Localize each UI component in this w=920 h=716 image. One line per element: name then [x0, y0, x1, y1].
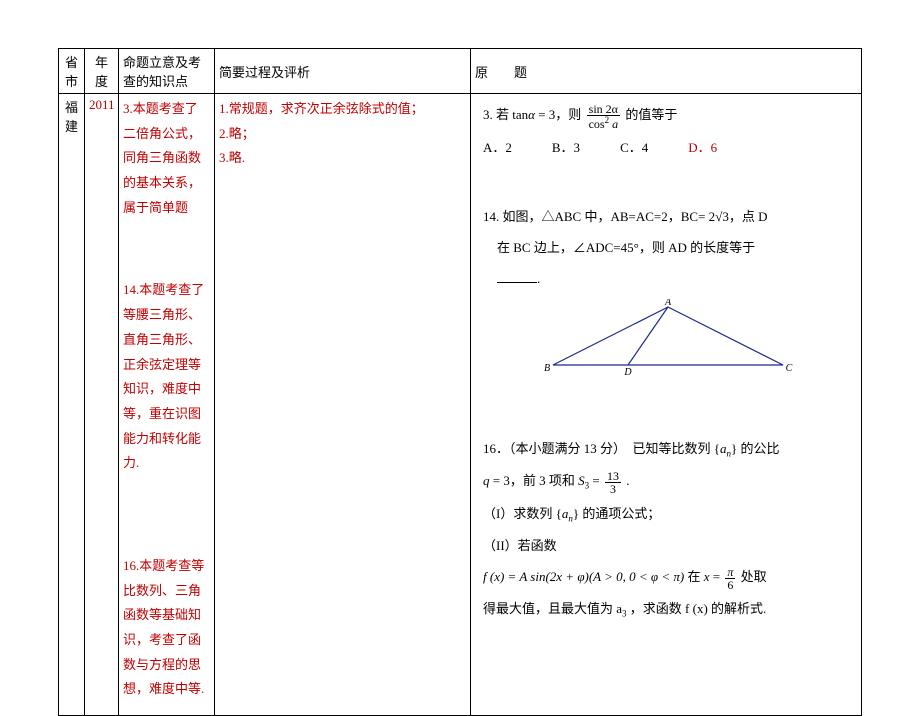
analysis-3: 3.略.: [219, 146, 466, 171]
svg-text:C: C: [786, 363, 793, 374]
problem-14: 14. 如图，△ABC 中，AB=AC=2，BC= 2√3，点 D 在 BC 边…: [475, 203, 857, 391]
answer-blank: [497, 271, 537, 283]
p16-last-a: 得最大值，且最大值为 a: [483, 601, 622, 616]
cell-analysis: 1.常规题，求齐次正余弦除式的值； 2.略； 3.略.: [215, 94, 471, 716]
col-topic: 命题立意及考查的知识点: [119, 49, 215, 94]
p16-pi-frac: π6: [725, 566, 735, 591]
topic-3: 3.本题考查了二倍角公式，同角三角函数的基本关系，属于简单题: [123, 97, 210, 220]
p3-stem-a: 3. 若 tan: [483, 107, 528, 122]
col-year: 年度: [85, 49, 119, 94]
p3-choices: A．2 B．3 C．4 D．6: [483, 134, 853, 161]
table-header-row: 省市 年度 命题立意及考查的知识点 简要过程及评析 原 题: [59, 49, 862, 94]
p16-part1: （I）求数列 {: [483, 506, 562, 521]
p14-line1b: ，点 D: [729, 209, 768, 224]
p16-fx-b: 处取: [741, 569, 767, 584]
p14-line2: 在 BC 边上，∠ADC=45°，则 AD 的长度等于: [497, 240, 755, 255]
topic-14: 14.本题考查了等腰三角形、直角三角形、正余弦定理等知识，难度中等，重在识图能力…: [123, 278, 210, 476]
p16-part2: （II）若函数: [483, 532, 853, 559]
p16-line2b: =: [589, 473, 603, 488]
table-row: 福建 2011 3.本题考查了二倍角公式，同角三角函数的基本关系，属于简单题 1…: [59, 94, 862, 716]
p14-line1a: 14. 如图，△ABC 中，AB=AC=2，BC= 2: [483, 209, 715, 224]
topic-16: 16.本题考查等比数列、三角函数等基础知识，考查了函数与方程的思想，难度中等.: [123, 554, 210, 702]
analysis-2: 2.略；: [219, 122, 466, 147]
problem-3: 3. 若 tanα = 3，则 sin 2αcos2 a 的值等于 A．2 B．…: [475, 101, 857, 169]
choice-c: C．4: [620, 134, 648, 161]
svg-text:B: B: [544, 363, 550, 374]
cell-problem: 3. 若 tanα = 3，则 sin 2αcos2 a 的值等于 A．2 B．…: [471, 94, 862, 716]
p16-frac: 133: [605, 470, 621, 495]
p16-part1b: } 的通项公式；: [573, 506, 661, 521]
document-page: 省市 年度 命题立意及考查的知识点 简要过程及评析 原 题 福建 2011 3.…: [0, 0, 920, 716]
svg-text:D: D: [623, 367, 632, 377]
p3-frac-den: cos2 a: [587, 116, 621, 130]
p16-line2a: = 3，前 3 项和: [490, 473, 579, 488]
svg-text:A: A: [664, 299, 672, 308]
col-analysis: 简要过程及评析: [215, 49, 471, 94]
choice-a: A．2: [483, 134, 512, 161]
col-province: 省市: [59, 49, 85, 94]
p16-head-b: } 的公比: [731, 441, 780, 456]
p3-frac: sin 2αcos2 a: [587, 103, 621, 130]
analysis-1: 1.常规题，求齐次正余弦除式的值；: [219, 97, 466, 122]
cell-year: 2011: [85, 94, 119, 716]
cell-topic: 3.本题考查了二倍角公式，同角三角函数的基本关系，属于简单题 14.本题考查了等…: [119, 94, 215, 716]
choice-d: D．6: [688, 134, 717, 161]
col-problem: 原 题: [471, 49, 862, 94]
p16-line2c: .: [623, 473, 630, 488]
p16-last-b: ，求函数 f (x) 的解析式.: [627, 601, 767, 616]
problem-16: 16．（本小题满分 13 分） 已知等比数列 {an} 的公比 q = 3，前 …: [475, 435, 857, 632]
p16-head-a: 16．（本小题满分 13 分） 已知等比数列 {: [483, 441, 720, 456]
p14-sqrt3: √3: [715, 209, 729, 224]
main-table: 省市 年度 命题立意及考查的知识点 简要过程及评析 原 题 福建 2011 3.…: [58, 48, 862, 716]
p3-frac-num: sin 2α: [587, 103, 621, 116]
p3-stem-b: = 3，则: [535, 107, 585, 122]
p3-stem-c: 的值等于: [622, 107, 677, 122]
choice-b: B．3: [552, 134, 580, 161]
p3-alpha: α: [528, 107, 535, 122]
triangle-figure: A B C D: [533, 299, 803, 377]
p16-fx-a: f (x) = A sin(2x + φ)(A > 0, 0 < φ < π): [483, 569, 684, 584]
cell-province: 福建: [59, 94, 85, 716]
